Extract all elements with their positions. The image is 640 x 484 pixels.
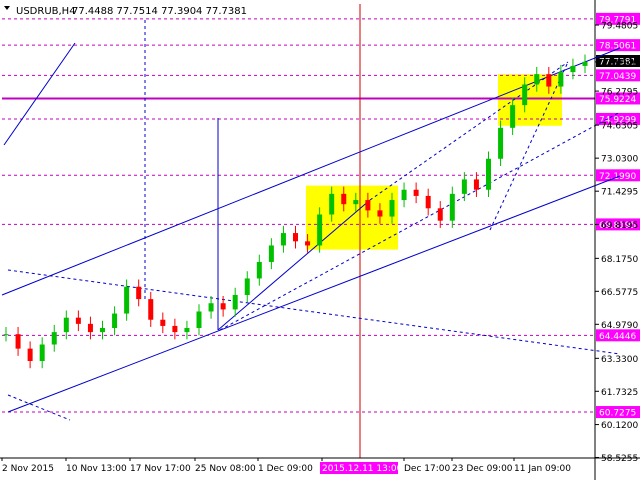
price-tick-label: 64.9790 <box>601 321 638 331</box>
candle-body <box>473 179 479 190</box>
candle-body <box>293 233 298 242</box>
yellow-zone <box>498 74 562 126</box>
candle-body <box>437 208 443 221</box>
price-tick-label: 71.4295 <box>601 188 638 198</box>
price-tick-label: 79.4805 <box>601 22 638 32</box>
price-tick-label: 77.6940 <box>601 58 638 68</box>
candle-body <box>461 179 467 194</box>
time-tick-label: 23 Dec 09:00 <box>452 464 513 474</box>
candle-body <box>449 193 455 221</box>
level-label: 77.0439 <box>599 72 636 82</box>
time-tick-label: 11 Jan 09:00 <box>514 464 571 474</box>
candle-body <box>377 210 383 217</box>
ohlc-readout: 77.4488 77.7514 77.3904 77.7381 <box>72 6 247 17</box>
candle-body <box>558 72 564 87</box>
price-tick-label: 69.8195 <box>601 221 638 231</box>
candle-body <box>498 127 504 159</box>
candle-body <box>124 286 130 314</box>
candle-body <box>425 195 431 209</box>
candle-body <box>184 327 190 333</box>
candle-body <box>208 303 214 312</box>
candle-body <box>305 241 311 246</box>
chart: 79.7791 78.5061 77.0439 75.9224 74.9299 72.19… <box>0 0 640 480</box>
chart-title: USDRUB,H4 <box>16 6 76 17</box>
price-tick-label: 76.2795 <box>601 88 638 98</box>
chart-svg: 79.779178.506177.043975.922474.929972.19… <box>0 0 640 480</box>
candle-body <box>534 74 540 85</box>
time-tick-label: 10 Nov 13:00 <box>66 464 127 474</box>
time-tick-label: Dec 17:00 <box>404 464 450 474</box>
time-tick-label: 2 Nov 2015 <box>2 464 54 474</box>
time-tick-label: 2015.12.11 13:00 <box>322 464 403 474</box>
candle-body <box>256 261 262 279</box>
candle-body <box>112 313 118 328</box>
level-label: 64.4446 <box>599 332 636 342</box>
candle-body <box>365 200 371 211</box>
price-tick-label: 73.0300 <box>601 155 638 165</box>
candle-body <box>87 323 93 333</box>
candle-body <box>510 105 516 128</box>
candle-body <box>341 193 347 205</box>
candle-body <box>27 348 33 362</box>
candle-body <box>220 303 226 310</box>
candle-body <box>268 245 274 262</box>
candle-body <box>51 332 57 345</box>
candle-body <box>570 65 576 73</box>
price-tick-label: 74.6305 <box>601 122 638 132</box>
level-label: 78.5061 <box>599 42 636 52</box>
price-tick-label: 58.5255 <box>601 454 638 464</box>
price-tick-label: 63.3300 <box>601 355 638 365</box>
candle-body <box>546 74 552 87</box>
price-tick-label: 66.5775 <box>601 288 638 298</box>
candle-body <box>136 286 142 300</box>
level-label: 60.7275 <box>599 409 636 419</box>
time-tick-label: 25 Nov 08:00 <box>195 464 256 474</box>
candle-body <box>63 317 69 333</box>
candle-body <box>100 327 105 333</box>
candle-body <box>148 299 154 320</box>
candle-body <box>413 189 419 196</box>
candle-body <box>172 325 178 333</box>
candle-body <box>75 317 81 324</box>
candle-body <box>232 294 238 310</box>
candle-body <box>244 278 250 295</box>
candle-body <box>160 319 166 326</box>
candle-body <box>353 200 359 205</box>
candle-body <box>3 334 9 336</box>
candle-body <box>401 189 407 201</box>
price-tick-label: 60.1200 <box>601 421 638 431</box>
candle-body <box>317 214 323 246</box>
price-tick-label: 61.7325 <box>601 388 638 398</box>
price-tick-label: 68.1750 <box>601 255 638 265</box>
candle-body <box>196 311 202 328</box>
time-tick-label: 17 Nov 17:00 <box>130 464 191 474</box>
candle-body <box>329 193 335 215</box>
candle-body <box>389 200 395 217</box>
candle-body <box>582 61 588 66</box>
candle-body <box>280 233 286 246</box>
candle-body <box>486 158 491 190</box>
candle-body <box>39 344 45 362</box>
candle-body <box>15 334 21 349</box>
candle-body <box>522 84 528 106</box>
time-tick-label: 1 Dec 09:00 <box>258 464 313 474</box>
